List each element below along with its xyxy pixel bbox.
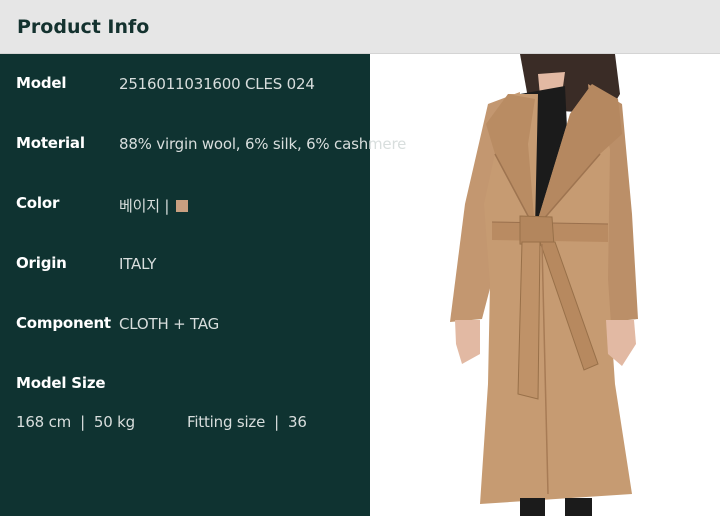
model-size-values: 168 cm | 50 kg Fitting size | 36 bbox=[16, 413, 307, 431]
model-label: Model bbox=[16, 74, 67, 92]
coat-model-image bbox=[450, 54, 638, 516]
component-label: Component bbox=[16, 314, 111, 332]
product-photo bbox=[370, 54, 720, 516]
fitting-size-value: 36 bbox=[287, 413, 307, 431]
color-name: 베이지 | bbox=[119, 197, 170, 215]
material-value: 88% virgin wool, 6% silk, 6% cashmere bbox=[119, 135, 407, 153]
model-value: 2516011031600 CLES 024 bbox=[119, 75, 315, 93]
page-title: Product Info bbox=[17, 16, 150, 38]
component-value: CLOTH + TAG bbox=[119, 315, 220, 333]
material-label: Moterial bbox=[16, 134, 85, 152]
header-bar: Product Info bbox=[0, 0, 720, 54]
separator: | bbox=[80, 413, 85, 431]
origin-value: ITALY bbox=[119, 255, 157, 273]
color-label: Color bbox=[16, 194, 60, 212]
color-value: 베이지 | bbox=[119, 195, 188, 216]
model-weight: 50 kg bbox=[93, 413, 135, 431]
model-height: 168 cm bbox=[16, 413, 72, 431]
origin-label: Origin bbox=[16, 254, 67, 272]
fitting-size-label: Fitting size bbox=[187, 413, 266, 431]
separator: | bbox=[274, 413, 279, 431]
color-swatch bbox=[175, 200, 188, 212]
model-size-label: Model Size bbox=[16, 374, 106, 392]
info-panel bbox=[0, 54, 370, 516]
